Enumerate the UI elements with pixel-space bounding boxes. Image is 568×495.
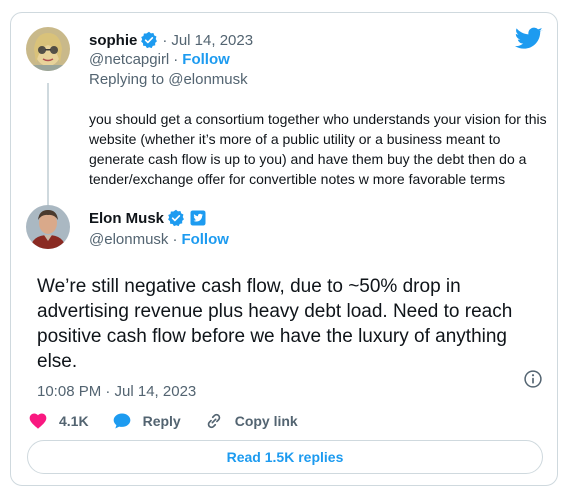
verified-badge-icon (167, 209, 185, 227)
twitter-logo-icon[interactable] (515, 27, 543, 51)
main-handle-row: @elonmusk · Follow (89, 231, 229, 248)
main-tweet-text: We’re still negative cash flow, due to ~… (37, 276, 513, 372)
main-author-row: Elon Musk (89, 209, 207, 227)
author-handle[interactable]: @elonmusk (89, 231, 168, 248)
replying-to-label[interactable]: Replying to @elonmusk (89, 71, 248, 88)
affiliation-badge-icon[interactable] (189, 209, 207, 227)
avatar-sophie[interactable] (26, 27, 70, 71)
reply-label: Reply (142, 413, 181, 429)
reply-tweet-text: you should get a consortium together who… (89, 111, 547, 187)
author-name[interactable]: sophie (89, 32, 137, 49)
copy-link-label: Copy link (234, 413, 298, 429)
replying-to-row: Replying to @elonmusk (89, 71, 248, 88)
info-icon[interactable] (523, 369, 543, 389)
like-button[interactable]: 4.1K (27, 410, 89, 432)
verified-badge-icon (140, 31, 158, 49)
follow-button[interactable]: Follow (182, 51, 230, 68)
tweet-timestamp[interactable]: 10:08 PM · Jul 14, 2023 (37, 383, 196, 400)
link-icon (203, 410, 225, 432)
reply-icon (111, 410, 133, 432)
tweet-actions: 4.1K Reply Copy link (27, 410, 320, 432)
author-name[interactable]: Elon Musk (89, 210, 164, 227)
like-count: 4.1K (59, 413, 89, 429)
avatar-elon-musk[interactable] (26, 205, 70, 249)
follow-button[interactable]: Follow (181, 231, 229, 248)
copy-link-button[interactable]: Copy link (203, 410, 298, 432)
author-handle[interactable]: @netcapgirl (89, 51, 169, 68)
reply-button[interactable]: Reply (111, 410, 181, 432)
thread-line (47, 83, 49, 211)
separator-dot: · (173, 51, 179, 68)
reply-handle-row: @netcapgirl · Follow (89, 51, 230, 68)
tweet-embed-card: sophie · Jul 14, 2023 @netcapgirl · Foll… (10, 12, 558, 486)
read-replies-button[interactable]: Read 1.5K replies (27, 440, 543, 474)
reply-date[interactable]: Jul 14, 2023 (171, 32, 253, 49)
separator-dot: · (162, 31, 168, 49)
reply-author-row: sophie · Jul 14, 2023 (89, 31, 253, 49)
separator-dot: · (172, 231, 178, 248)
heart-icon (27, 410, 49, 432)
